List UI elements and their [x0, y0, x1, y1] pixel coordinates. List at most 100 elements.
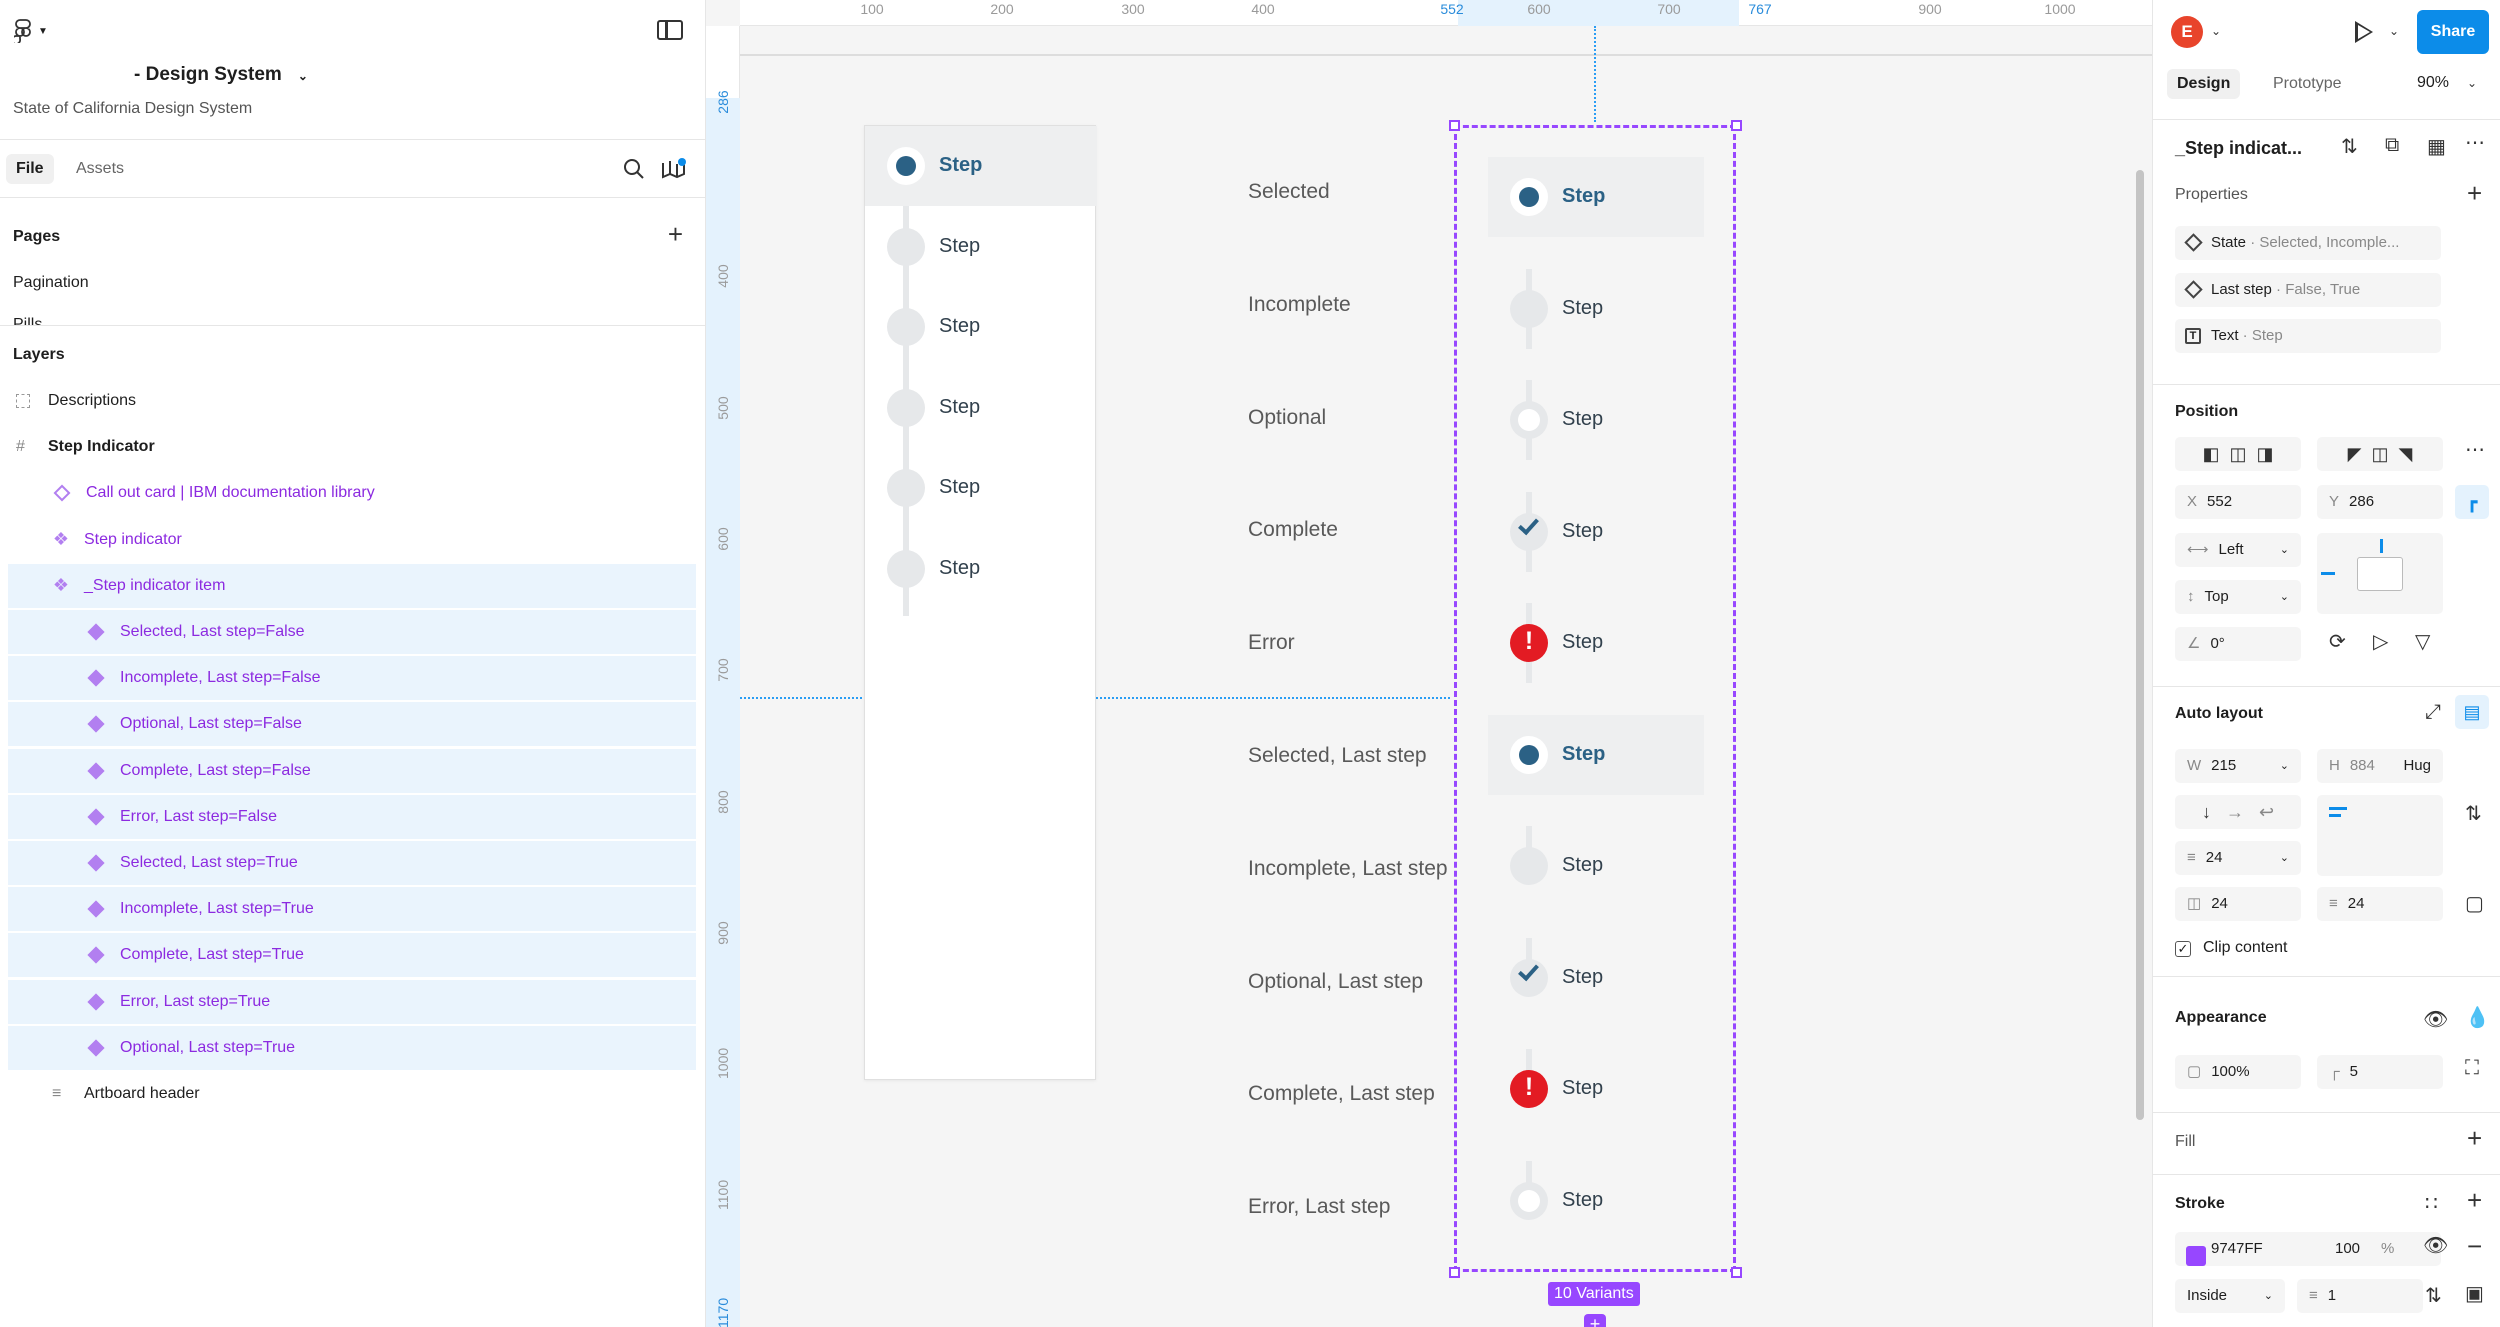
chevron-down-icon[interactable]: ⌄ — [2211, 24, 2221, 38]
layer-row[interactable]: Error, Last step=False — [8, 794, 696, 839]
tab-design[interactable]: Design — [2167, 69, 2241, 99]
variant-step-item[interactable]: Step — [1488, 714, 1704, 795]
tab-assets[interactable]: Assets — [66, 154, 134, 184]
stroke-position-select[interactable]: Inside ⌄ — [2175, 1279, 2285, 1313]
radius-field[interactable]: ┌ 5 — [2317, 1055, 2443, 1089]
constraint-vertical[interactable]: ↕ Top ⌄ — [2175, 580, 2301, 614]
more-icon[interactable]: ⋯ — [2465, 130, 2485, 155]
add-stroke-icon[interactable]: + — [2467, 1185, 2482, 1216]
variant-step-item[interactable]: Step — [1488, 157, 1704, 237]
eye-icon[interactable]: 👁 — [2423, 1233, 2448, 1258]
variant-step-item[interactable]: Step — [1488, 380, 1704, 460]
variant-step-item[interactable]: Step — [1488, 603, 1704, 683]
step-item[interactable]: Step — [865, 287, 1097, 367]
layer-row[interactable]: Incomplete, Last step=True — [8, 887, 696, 932]
flip-vertical-icon[interactable]: ▽ — [2415, 629, 2430, 654]
layer-row[interactable]: Optional, Last step=False — [8, 702, 696, 747]
x-field[interactable]: X 552 — [2175, 485, 2301, 519]
independent-corners-icon[interactable]: ⛶ — [2465, 1057, 2479, 1080]
library-icon[interactable] — [661, 157, 687, 181]
collapse-icon[interactable]: ⤢ — [2425, 701, 2441, 724]
layer-row[interactable]: Complete, Last step=False — [8, 748, 696, 793]
layer-row[interactable]: Selected, Last step=False — [8, 610, 696, 654]
resize-handle[interactable] — [1449, 1267, 1460, 1278]
avatar[interactable]: E — [2171, 16, 2203, 48]
layout-settings-icon[interactable]: ⇅ — [2465, 801, 2482, 826]
component-property[interactable]: T Text · Step — [2175, 319, 2441, 353]
padding-horizontal-field[interactable]: ◫ 24 — [2175, 887, 2301, 921]
stroke-color-swatch[interactable] — [2186, 1246, 2206, 1266]
constraint-widget[interactable] — [2317, 533, 2443, 614]
variant-step-item[interactable]: Step — [1488, 491, 1704, 572]
variant-step-item[interactable]: Step — [1488, 1049, 1704, 1129]
step-indicator-card[interactable]: Step Step Step Step Step Step — [864, 125, 1097, 1080]
arrow-right-icon[interactable]: → — [2226, 802, 2244, 822]
constraints-toggle-icon[interactable]: ┏ — [2455, 485, 2489, 519]
search-icon[interactable] — [623, 158, 645, 180]
add-variant-icon[interactable]: + — [1584, 1314, 1606, 1327]
eye-icon[interactable]: 👁 — [2423, 1007, 2448, 1032]
add-page-icon[interactable]: + — [668, 221, 683, 247]
opacity-field[interactable]: ▢ 100% — [2175, 1055, 2301, 1089]
variant-step-item[interactable]: Step — [1488, 826, 1704, 906]
alignment-grid[interactable] — [2317, 795, 2443, 876]
sidebar-toggle-icon[interactable] — [657, 20, 683, 40]
layer-row[interactable]: # Step Indicator — [8, 425, 696, 469]
grid-icon[interactable]: ▦ — [2427, 134, 2446, 159]
align-horizontal-group[interactable]: ◧ ◫ ◨ — [2175, 437, 2301, 471]
present-play-icon[interactable] — [2355, 21, 2373, 43]
canvas-scrollbar[interactable] — [2136, 170, 2144, 1120]
add-fill-icon[interactable]: + — [2467, 1123, 2482, 1154]
page-item[interactable]: Pills — [13, 316, 42, 325]
layer-row[interactable]: ≡ Artboard header — [8, 1072, 696, 1116]
stroke-settings-icon[interactable]: ⇅ — [2425, 1283, 2442, 1308]
layer-row[interactable]: Incomplete, Last step=False — [8, 656, 696, 701]
main-menu-button[interactable]: ▼ — [14, 19, 58, 43]
more-icon[interactable]: ⋯ — [2465, 437, 2485, 462]
adjust-icon[interactable]: ⇅ — [2341, 134, 2358, 159]
chevron-down-icon[interactable]: ⌄ — [2467, 76, 2477, 90]
step-item[interactable]: Step — [865, 126, 1097, 206]
stroke-weight-field[interactable]: ≡ 1 — [2297, 1279, 2423, 1313]
constraint-horizontal[interactable]: ⟷ Left ⌄ — [2175, 533, 2301, 567]
clip-content-checkbox[interactable]: ✓ — [2175, 941, 2191, 957]
direction-group[interactable]: ↓ → ↩ — [2175, 795, 2301, 829]
zoom-level[interactable]: 90% — [2417, 74, 2449, 92]
rotation-field[interactable]: ∠ 0° — [2175, 627, 2301, 661]
file-name-button[interactable]: - Design System ⌄ — [134, 64, 308, 86]
resize-handle[interactable] — [1731, 1267, 1742, 1278]
padding-vertical-field[interactable]: ≡ 24 — [2317, 887, 2443, 921]
variants-badge[interactable]: 10 Variants — [1548, 1282, 1640, 1306]
layer-row[interactable]: ❖ _Step indicator item — [8, 563, 696, 608]
resize-handle[interactable] — [1449, 120, 1460, 131]
layer-row[interactable]: Selected, Last step=True — [8, 841, 696, 885]
page-item[interactable]: Pagination — [13, 274, 89, 292]
tab-prototype[interactable]: Prototype — [2263, 69, 2351, 99]
stroke-sides-icon[interactable]: ▣ — [2465, 1281, 2484, 1306]
layer-row[interactable]: Optional, Last step=True — [8, 1025, 696, 1070]
component-name[interactable]: _Step indicat... — [2175, 138, 2302, 159]
remove-stroke-icon[interactable]: − — [2467, 1231, 2482, 1262]
blend-mode-icon[interactable]: 💧 — [2465, 1005, 2490, 1030]
component-property[interactable]: State · Selected, Incomple... — [2175, 226, 2441, 260]
share-button[interactable]: Share — [2417, 10, 2489, 54]
gap-field[interactable]: ≡ 24 ⌄ — [2175, 841, 2301, 875]
rotate-icon[interactable]: ⟳ — [2329, 629, 2346, 654]
layer-row[interactable]: Error, Last step=True — [8, 979, 696, 1024]
flip-horizontal-icon[interactable]: ▷ — [2373, 629, 2388, 654]
align-vertical-group[interactable]: ◤ ◫ ◥ — [2317, 437, 2443, 471]
variant-step-item[interactable]: Step — [1488, 937, 1704, 1018]
variant-step-item[interactable]: Step — [1488, 268, 1704, 349]
step-item[interactable]: Step — [865, 529, 1097, 609]
step-item[interactable]: Step — [865, 207, 1097, 287]
tab-file[interactable]: File — [6, 154, 54, 184]
width-field[interactable]: W 215 ⌄ — [2175, 749, 2301, 783]
go-to-main-icon[interactable]: ⧉ — [2385, 134, 2399, 157]
wrap-icon[interactable]: ↩ — [2259, 802, 2274, 822]
add-property-icon[interactable]: + — [2467, 178, 2482, 209]
arrow-down-icon[interactable]: ↓ — [2202, 802, 2211, 822]
resize-handle[interactable] — [1731, 120, 1742, 131]
stroke-color-field[interactable]: 9747FF 100% — [2175, 1232, 2441, 1266]
individual-padding-icon[interactable]: ▢ — [2465, 891, 2484, 916]
layer-row[interactable]: ❖ Step indicator — [8, 518, 696, 562]
